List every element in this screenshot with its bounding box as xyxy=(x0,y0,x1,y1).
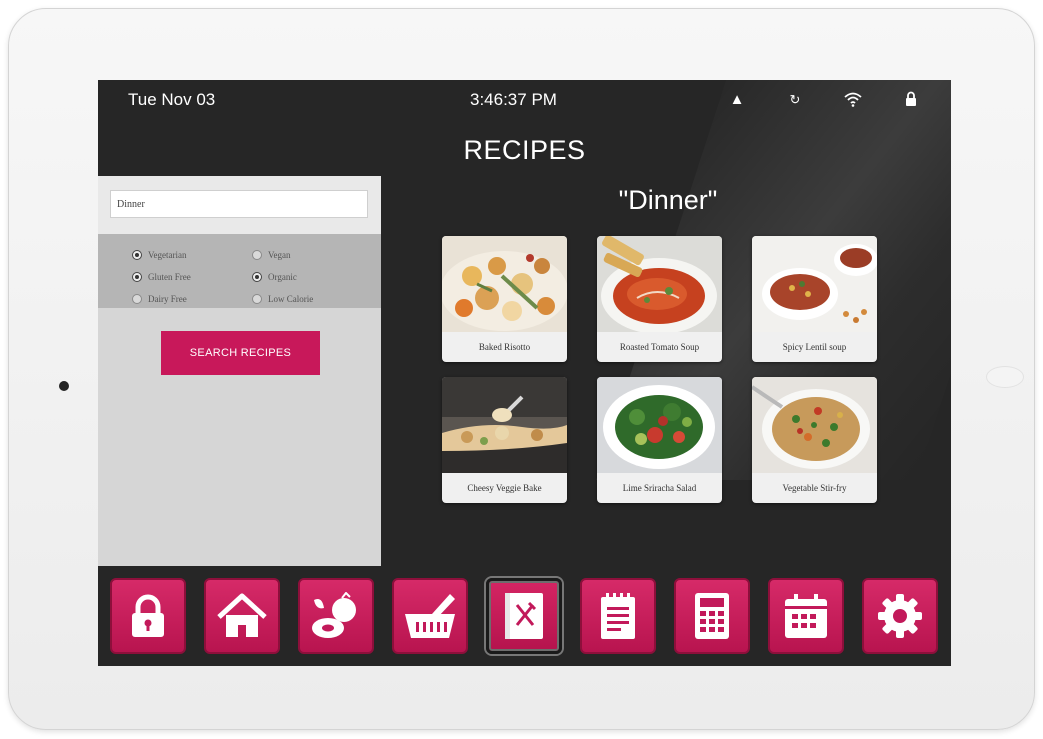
nav-groceries-button[interactable] xyxy=(298,578,374,654)
tablet-home-button[interactable] xyxy=(986,366,1024,388)
radio-icon[interactable] xyxy=(132,293,142,304)
recipe-photo xyxy=(442,377,567,473)
filter-label: Vegan xyxy=(268,250,291,261)
recipe-photo xyxy=(752,236,877,332)
filter-label: Low Calorie xyxy=(268,293,314,304)
search-recipes-button[interactable]: SEARCH RECIPES xyxy=(161,331,320,375)
nav-lock-button[interactable] xyxy=(110,578,186,654)
nav-settings-button[interactable] xyxy=(862,578,938,654)
recipe-name: Roasted Tomato Soup xyxy=(619,342,700,352)
recipe-name: Cheesy Veggie Bake xyxy=(467,483,542,493)
filter-low-calorie[interactable]: Low Calorie xyxy=(252,289,372,308)
nav-shopping-list-button[interactable] xyxy=(392,578,468,654)
filter-vegan[interactable]: Vegan xyxy=(252,246,372,265)
recipe-photo xyxy=(597,236,722,332)
filter-dairy-free[interactable]: Dairy Free xyxy=(132,289,252,308)
settings-gear-icon xyxy=(878,594,922,638)
recipe-card-vegetable-stir-fry[interactable]: Vegetable Stir-fry xyxy=(752,377,877,503)
recipe-card-cheesy-veggie-bake[interactable]: Cheesy Veggie Bake xyxy=(442,377,567,503)
wifi-icon xyxy=(843,91,863,112)
calendar-icon xyxy=(785,594,827,638)
status-date: Tue Nov 03 xyxy=(128,90,216,109)
status-icons: ▲ ↻ xyxy=(727,91,921,112)
bottom-nav xyxy=(98,566,951,666)
filter-label: Dairy Free xyxy=(148,293,187,304)
notepad-icon xyxy=(601,593,635,639)
recipe-card-roasted-tomato-soup[interactable]: Roasted Tomato Soup xyxy=(597,236,722,362)
status-time: 3:46:37 PM xyxy=(470,90,557,109)
recipe-card-baked-risotto[interactable]: Baked Risotto xyxy=(442,236,567,362)
filter-vegetarian[interactable]: Vegetarian xyxy=(132,246,252,265)
recipe-name: Vegetable Stir-fry xyxy=(782,483,847,493)
filter-label: Organic xyxy=(268,271,297,282)
search-panel: Vegetarian Vegan Gluten Free Organic Dai… xyxy=(98,176,381,566)
nav-recipes-button[interactable] xyxy=(486,578,562,654)
sync-icon: ↻ xyxy=(789,92,801,107)
radio-icon[interactable] xyxy=(132,250,142,261)
warning-icon: ▲ xyxy=(729,91,745,108)
page-title: RECIPES xyxy=(463,135,586,165)
camera-dot xyxy=(59,381,69,391)
radio-icon[interactable] xyxy=(132,271,142,282)
search-query-title: "Dinner" xyxy=(618,185,718,215)
recipe-card-lime-sriracha-salad[interactable]: Lime Sriracha Salad xyxy=(597,377,722,503)
nav-calculator-button[interactable] xyxy=(674,578,750,654)
recipe-photo xyxy=(442,236,567,332)
search-input[interactable] xyxy=(110,190,368,218)
radio-icon[interactable] xyxy=(252,293,262,304)
recipe-card-spicy-lentil-soup[interactable]: Spicy Lentil soup xyxy=(752,236,877,362)
recipe-photo xyxy=(752,377,877,473)
filter-organic[interactable]: Organic xyxy=(252,268,372,287)
nav-calendar-button[interactable] xyxy=(768,578,844,654)
shopping-basket-icon xyxy=(405,594,455,638)
radio-icon[interactable] xyxy=(252,250,262,261)
home-icon xyxy=(217,593,267,637)
radio-icon[interactable] xyxy=(252,271,262,282)
filter-label: Vegetarian xyxy=(148,250,187,261)
filter-gluten-free[interactable]: Gluten Free xyxy=(132,268,252,287)
recipe-name: Lime Sriracha Salad xyxy=(622,483,697,493)
calculator-icon xyxy=(695,593,729,639)
recipe-name: Baked Risotto xyxy=(478,342,531,352)
search-input-area xyxy=(98,176,381,234)
nav-notes-button[interactable] xyxy=(580,578,656,654)
screen: Tue Nov 03 3:46:37 PM ▲ ↻ RECIPES Dinner… xyxy=(98,80,951,666)
lock-icon xyxy=(901,91,921,112)
filter-label: Gluten Free xyxy=(148,271,191,282)
recipe-book-icon xyxy=(505,593,543,639)
recipe-photo xyxy=(597,377,722,473)
groceries-icon xyxy=(312,592,356,638)
filter-options: Vegetarian Vegan Gluten Free Organic Dai… xyxy=(98,234,381,308)
recipe-name: Spicy Lentil soup xyxy=(782,342,847,352)
nav-home-button[interactable] xyxy=(204,578,280,654)
padlock-icon xyxy=(132,594,164,637)
